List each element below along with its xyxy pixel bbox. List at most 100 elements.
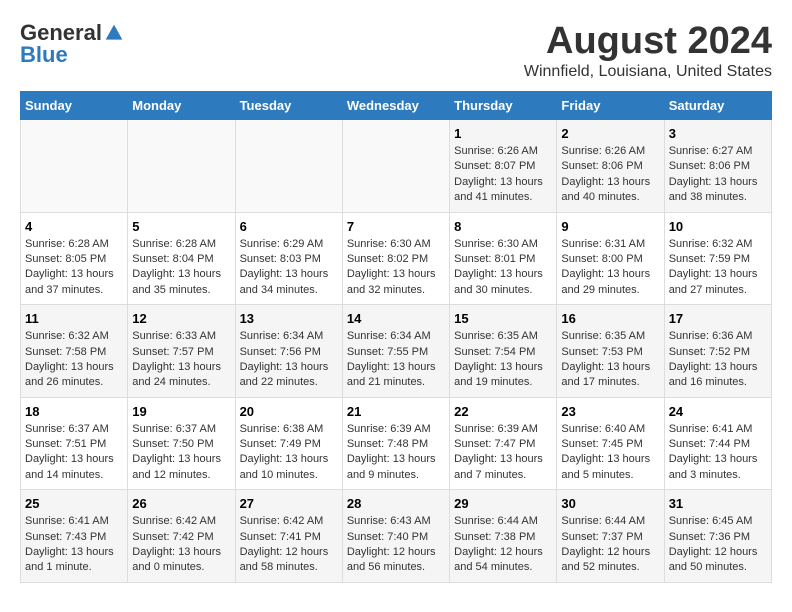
day-info: Sunrise: 6:34 AM Sunset: 7:56 PM Dayligh… [240,329,338,391]
calendar-cell [342,120,449,213]
calendar-cell: 18Sunrise: 6:37 AM Sunset: 7:51 PM Dayli… [21,397,128,490]
calendar-cell: 27 Sunrise: 6:42 AM Sunset: 7:41 PM Dayli… [235,490,342,583]
calendar-cell: 25 Sunrise: 6:41 AM Sunset: 7:43 PM Dayli… [21,490,128,583]
day-number: 30 [561,496,659,511]
week-row-3: 11Sunrise: 6:32 AM Sunset: 7:58 PM Dayli… [21,305,772,398]
day-info: Sunrise: 6:36 AM Sunset: 7:52 PM Dayligh… [669,329,767,391]
day-number: 5 [132,219,230,234]
day-info: Sunrise: 6:41 AM Sunset: 7:44 PM Dayligh… [669,422,767,484]
calendar-cell: 12Sunrise: 6:33 AM Sunset: 7:57 PM Dayli… [128,305,235,398]
day-number: 27 [240,496,338,511]
day-number: 9 [561,219,659,234]
day-number: 3 [669,126,767,141]
calendar-cell [21,120,128,213]
calendar-cell: 13Sunrise: 6:34 AM Sunset: 7:56 PM Dayli… [235,305,342,398]
header-row: SundayMondayTuesdayWednesdayThursdayFrid… [21,92,772,120]
column-header-sunday: Sunday [21,92,128,120]
column-header-tuesday: Tuesday [235,92,342,120]
calendar-cell: 24 Sunrise: 6:41 AM Sunset: 7:44 PM Dayli… [664,397,771,490]
day-info: Sunrise: 6:45 AM Sunset: 7:36 PM Dayligh… [669,514,767,576]
calendar-body: 1 Sunrise: 6:26 AM Sunset: 8:07 PM Daylig… [21,120,772,583]
day-number: 23 [561,404,659,419]
day-number: 21 [347,404,445,419]
day-number: 11 [25,311,123,326]
week-row-1: 1 Sunrise: 6:26 AM Sunset: 8:07 PM Daylig… [21,120,772,213]
day-info: Sunrise: 6:41 AM Sunset: 7:43 PM Dayligh… [25,514,123,576]
calendar-cell: 23Sunrise: 6:40 AM Sunset: 7:45 PM Dayli… [557,397,664,490]
calendar-cell: 30 Sunrise: 6:44 AM Sunset: 7:37 PM Dayli… [557,490,664,583]
calendar-cell: 1 Sunrise: 6:26 AM Sunset: 8:07 PM Daylig… [450,120,557,213]
calendar-cell: 21 Sunrise: 6:39 AM Sunset: 7:48 PM Dayli… [342,397,449,490]
calendar-cell: 31 Sunrise: 6:45 AM Sunset: 7:36 PM Dayli… [664,490,771,583]
day-number: 1 [454,126,552,141]
day-info: Sunrise: 6:39 AM Sunset: 7:47 PM Dayligh… [454,422,552,484]
day-number: 7 [347,219,445,234]
calendar-cell: 8Sunrise: 6:30 AM Sunset: 8:01 PM Daylig… [450,212,557,305]
day-info: Sunrise: 6:42 AM Sunset: 7:41 PM Dayligh… [240,514,338,576]
calendar-cell: 7 Sunrise: 6:30 AM Sunset: 8:02 PM Daylig… [342,212,449,305]
day-number: 22 [454,404,552,419]
day-info: Sunrise: 6:28 AM Sunset: 8:05 PM Dayligh… [25,237,123,299]
column-header-monday: Monday [128,92,235,120]
day-info: Sunrise: 6:34 AM Sunset: 7:55 PM Dayligh… [347,329,445,391]
title-block: August 2024 Winnfield, Louisiana, United… [524,20,772,81]
day-number: 15 [454,311,552,326]
calendar-cell: 20 Sunrise: 6:38 AM Sunset: 7:49 PM Dayli… [235,397,342,490]
day-info: Sunrise: 6:26 AM Sunset: 8:07 PM Dayligh… [454,144,552,206]
calendar-cell: 6Sunrise: 6:29 AM Sunset: 8:03 PM Daylig… [235,212,342,305]
day-number: 20 [240,404,338,419]
day-info: Sunrise: 6:44 AM Sunset: 7:38 PM Dayligh… [454,514,552,576]
page-header: General Blue August 2024 Winnfield, Loui… [20,20,772,81]
calendar-cell: 3 Sunrise: 6:27 AM Sunset: 8:06 PM Daylig… [664,120,771,213]
day-info: Sunrise: 6:29 AM Sunset: 8:03 PM Dayligh… [240,237,338,299]
calendar-cell: 15 Sunrise: 6:35 AM Sunset: 7:54 PM Dayli… [450,305,557,398]
calendar-cell: 17 Sunrise: 6:36 AM Sunset: 7:52 PM Dayli… [664,305,771,398]
logo-blue-text: Blue [20,42,68,67]
calendar-cell: 29 Sunrise: 6:44 AM Sunset: 7:38 PM Dayli… [450,490,557,583]
day-info: Sunrise: 6:44 AM Sunset: 7:37 PM Dayligh… [561,514,659,576]
day-number: 24 [669,404,767,419]
day-info: Sunrise: 6:35 AM Sunset: 7:54 PM Dayligh… [454,329,552,391]
day-info: Sunrise: 6:30 AM Sunset: 8:01 PM Dayligh… [454,237,552,299]
column-header-friday: Friday [557,92,664,120]
calendar-cell [128,120,235,213]
day-number: 25 [25,496,123,511]
day-number: 31 [669,496,767,511]
calendar-cell: 28 Sunrise: 6:43 AM Sunset: 7:40 PM Dayli… [342,490,449,583]
column-header-wednesday: Wednesday [342,92,449,120]
day-info: Sunrise: 6:27 AM Sunset: 8:06 PM Dayligh… [669,144,767,206]
day-info: Sunrise: 6:38 AM Sunset: 7:49 PM Dayligh… [240,422,338,484]
day-info: Sunrise: 6:43 AM Sunset: 7:40 PM Dayligh… [347,514,445,576]
day-number: 26 [132,496,230,511]
column-header-thursday: Thursday [450,92,557,120]
day-info: Sunrise: 6:30 AM Sunset: 8:02 PM Dayligh… [347,237,445,299]
day-number: 10 [669,219,767,234]
calendar-header: SundayMondayTuesdayWednesdayThursdayFrid… [21,92,772,120]
page-subtitle: Winnfield, Louisiana, United States [524,63,772,81]
day-number: 28 [347,496,445,511]
day-info: Sunrise: 6:39 AM Sunset: 7:48 PM Dayligh… [347,422,445,484]
day-number: 17 [669,311,767,326]
day-info: Sunrise: 6:26 AM Sunset: 8:06 PM Dayligh… [561,144,659,206]
day-info: Sunrise: 6:35 AM Sunset: 7:53 PM Dayligh… [561,329,659,391]
page-title: August 2024 [524,20,772,63]
column-header-saturday: Saturday [664,92,771,120]
day-info: Sunrise: 6:42 AM Sunset: 7:42 PM Dayligh… [132,514,230,576]
day-number: 29 [454,496,552,511]
week-row-4: 18Sunrise: 6:37 AM Sunset: 7:51 PM Dayli… [21,397,772,490]
day-info: Sunrise: 6:37 AM Sunset: 7:50 PM Dayligh… [132,422,230,484]
day-number: 4 [25,219,123,234]
calendar-table: SundayMondayTuesdayWednesdayThursdayFrid… [20,91,772,583]
calendar-cell: 5Sunrise: 6:28 AM Sunset: 8:04 PM Daylig… [128,212,235,305]
day-info: Sunrise: 6:32 AM Sunset: 7:59 PM Dayligh… [669,237,767,299]
day-number: 12 [132,311,230,326]
day-number: 18 [25,404,123,419]
day-number: 2 [561,126,659,141]
calendar-cell: 10 Sunrise: 6:32 AM Sunset: 7:59 PM Dayli… [664,212,771,305]
calendar-cell: 2 Sunrise: 6:26 AM Sunset: 8:06 PM Daylig… [557,120,664,213]
calendar-cell: 16 Sunrise: 6:35 AM Sunset: 7:53 PM Dayli… [557,305,664,398]
week-row-2: 4 Sunrise: 6:28 AM Sunset: 8:05 PM Daylig… [21,212,772,305]
day-number: 16 [561,311,659,326]
calendar-cell: 22 Sunrise: 6:39 AM Sunset: 7:47 PM Dayli… [450,397,557,490]
day-info: Sunrise: 6:31 AM Sunset: 8:00 PM Dayligh… [561,237,659,299]
